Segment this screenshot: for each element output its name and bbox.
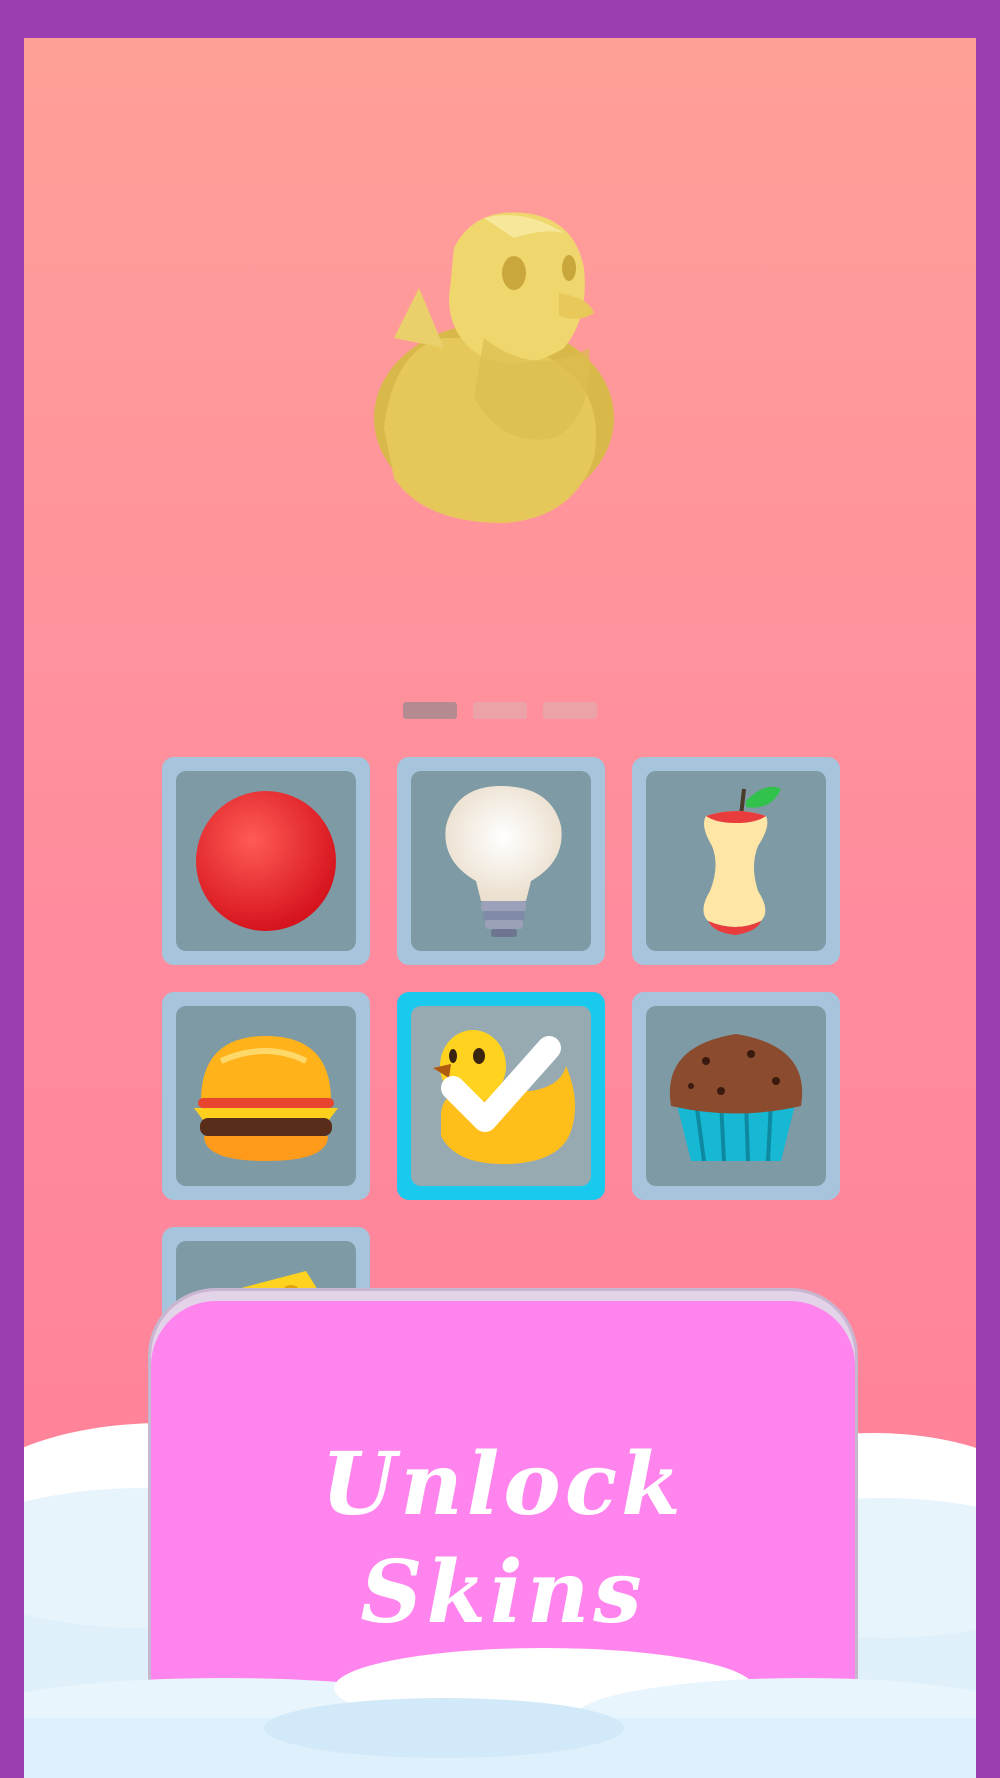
skin-tile-burger[interactable] — [162, 992, 370, 1200]
apple-core-icon — [703, 786, 781, 935]
skin-tile-muffin[interactable] — [632, 992, 840, 1200]
skin-tile-light-bulb[interactable] — [397, 757, 605, 965]
burger-icon — [194, 1036, 338, 1161]
skin-tile-red-ball[interactable] — [162, 757, 370, 965]
skins-screen: Unlock Skins — [24, 38, 976, 1778]
page-dot-3[interactable] — [543, 702, 597, 719]
unlock-skins-label: Unlock Skins — [321, 1434, 685, 1643]
hero-duck-preview — [374, 212, 614, 523]
light-bulb-icon — [445, 786, 562, 937]
skin-tile-rubber-duck[interactable] — [397, 992, 605, 1200]
page-dot-2[interactable] — [473, 702, 527, 719]
foreground-clouds — [24, 1648, 976, 1778]
muffin-icon — [669, 1034, 803, 1162]
skin-tile-apple-core[interactable] — [632, 757, 840, 965]
red-ball-icon — [196, 791, 336, 931]
page-dot-1[interactable] — [403, 702, 457, 719]
selected-check-icon — [441, 1036, 561, 1132]
game-frame: Unlock Skins — [0, 0, 1000, 1778]
page-indicator — [24, 702, 976, 719]
